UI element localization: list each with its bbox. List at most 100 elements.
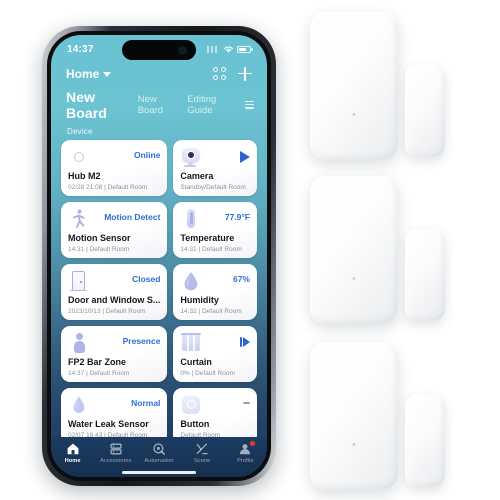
section-label-device: Device xyxy=(67,127,93,136)
status-bar: 14:37 xyxy=(51,35,267,61)
device-card-motion-sensor[interactable]: Motion Detect Motion Sensor 14:31 | Defa… xyxy=(61,202,168,258)
button-state-dash xyxy=(243,402,250,404)
sensor-main-body xyxy=(310,342,398,490)
device-card-fp2-bar-zone[interactable]: Presence FP2 Bar Zone 14:37 | Default Ro… xyxy=(61,326,168,382)
wifi-icon xyxy=(224,45,233,53)
nav-item-automation[interactable]: Automation xyxy=(137,442,180,464)
device-title: Humidity xyxy=(180,295,219,305)
device-subtitle: 0% | Default Room xyxy=(180,369,235,377)
tab-editing-guide[interactable]: Editing Guide xyxy=(187,94,234,116)
grid-view-icon[interactable] xyxy=(213,67,226,80)
product-sensor-set-3 xyxy=(305,338,495,493)
device-title: FP2 Bar Zone xyxy=(68,357,127,367)
dynamic-island xyxy=(122,40,196,60)
play-button[interactable] xyxy=(240,151,250,163)
thermometer-icon xyxy=(180,208,202,230)
device-card-grid: Online Hub M2 02/28 21:08 | Default Room xyxy=(51,140,267,444)
sensor-magnet-body xyxy=(405,229,445,321)
card-text-block: Motion Sensor 14:31 | Default Room xyxy=(68,234,160,253)
product-sensor-set-2 xyxy=(305,172,495,327)
button-icon xyxy=(180,394,202,416)
product-sensor-set-1 xyxy=(305,8,495,163)
plus-icon[interactable] xyxy=(238,66,252,81)
hub-icon xyxy=(68,146,90,168)
front-camera-icon xyxy=(178,45,187,55)
device-subtitle: 14:31 | Default Room xyxy=(68,245,130,253)
device-title: Water Leak Sensor xyxy=(68,419,149,429)
card-top-row: Normal xyxy=(68,394,160,418)
board-tab-bar: New Board New Board Editing Guide xyxy=(51,83,267,121)
screenshot-canvas: 14:37 Home New Board New Board Editing G… xyxy=(0,0,500,500)
device-card-humidity[interactable]: 67% Humidity 14:32 | Default Room xyxy=(173,264,257,320)
water-drop-icon xyxy=(68,394,90,416)
tab-new-board[interactable]: New Board xyxy=(138,94,177,116)
device-state: Motion Detect xyxy=(104,212,161,222)
card-text-block: Humidity 14:32 | Default Room xyxy=(180,296,250,315)
nav-label: Scene xyxy=(193,458,211,464)
curtain-icon xyxy=(180,332,202,354)
nav-label: Profile xyxy=(237,458,254,464)
nav-item-home[interactable]: Home xyxy=(51,442,94,464)
device-subtitle: 02/28 21:08 | Default Room xyxy=(68,183,148,191)
motion-sensor-icon xyxy=(68,208,90,230)
card-top-row xyxy=(180,332,250,356)
nav-item-profile[interactable]: Profile xyxy=(224,441,267,464)
status-time: 14:37 xyxy=(67,43,94,55)
card-top-row: Online xyxy=(68,146,160,170)
device-card-temperature[interactable]: 77.9°F Temperature 14:31 | Default Room xyxy=(173,202,257,258)
card-text-block: FP2 Bar Zone 14:37 | Default Room xyxy=(68,358,160,377)
card-top-row: Closed xyxy=(68,270,160,294)
card-top-row: Motion Detect xyxy=(68,208,160,232)
nav-label: Automation xyxy=(144,458,174,464)
home-icon xyxy=(66,442,80,456)
device-subtitle: 14:32 | Default Room xyxy=(180,307,242,315)
automation-icon xyxy=(152,442,166,456)
device-subtitle: 2023/10/13 | Default Room xyxy=(68,307,146,315)
battery-icon xyxy=(237,45,253,53)
home-indicator xyxy=(122,470,196,474)
signal-icon xyxy=(207,45,220,53)
camera-icon xyxy=(180,146,202,168)
sensor-main-body xyxy=(310,176,398,324)
sensor-magnet-body xyxy=(405,395,445,487)
humidity-drop-icon xyxy=(180,270,202,292)
device-title: Door and Window S... xyxy=(68,295,161,305)
home-selector[interactable]: Home xyxy=(66,67,112,81)
device-title: Temperature xyxy=(180,233,235,243)
device-card-door-window-sensor[interactable]: Closed Door and Window S... 2023/10/13 |… xyxy=(61,264,168,320)
hamburger-menu-icon[interactable] xyxy=(244,100,254,110)
card-top-row: 67% xyxy=(180,270,250,294)
device-card-button[interactable]: Button Default Room xyxy=(173,388,257,444)
device-state: Presence xyxy=(122,336,161,346)
device-state: Online xyxy=(133,150,161,160)
device-state: Normal xyxy=(131,398,161,408)
card-top-row: Presence xyxy=(68,332,160,356)
device-title: Curtain xyxy=(180,357,212,367)
device-state: Closed xyxy=(132,274,161,284)
device-card-curtain[interactable]: Curtain 0% | Default Room xyxy=(173,326,257,382)
bottom-navigation-bar: Home Accessories Automation Scene Profil… xyxy=(51,437,267,477)
door-sensor-icon xyxy=(68,270,90,292)
tab-new-board-active[interactable]: New Board xyxy=(66,89,127,121)
device-state: 67% xyxy=(232,274,250,284)
card-text-block: Camera Standby/Default Room xyxy=(180,172,250,191)
nav-item-accessories[interactable]: Accessories xyxy=(94,442,137,464)
profile-icon xyxy=(238,442,252,456)
nav-item-scene[interactable]: Scene xyxy=(181,442,224,464)
phone-screen: 14:37 Home New Board New Board Editing G… xyxy=(51,35,267,477)
sensor-magnet-body xyxy=(405,65,445,157)
card-text-block: Door and Window S... 2023/10/13 | Defaul… xyxy=(68,296,160,315)
card-top-row xyxy=(180,146,250,170)
nav-label: Accessories xyxy=(100,458,132,464)
device-card-camera[interactable]: Camera Standby/Default Room xyxy=(173,140,257,196)
device-subtitle: 14:31 | Default Room xyxy=(180,245,242,253)
card-top-row: 77.9°F xyxy=(180,208,250,232)
device-title: Camera xyxy=(180,171,214,181)
device-subtitle: 14:37 | Default Room xyxy=(68,369,130,377)
card-text-block: Temperature 14:31 | Default Room xyxy=(180,234,250,253)
device-card-hub-m2[interactable]: Online Hub M2 02/28 21:08 | Default Room xyxy=(61,140,168,196)
curtain-open-button[interactable] xyxy=(240,337,250,347)
card-text-block: Hub M2 02/28 21:08 | Default Room xyxy=(68,172,160,191)
presence-person-icon xyxy=(68,332,90,354)
device-card-water-leak-sensor[interactable]: Normal Water Leak Sensor 02/07 18:43 | D… xyxy=(61,388,168,444)
